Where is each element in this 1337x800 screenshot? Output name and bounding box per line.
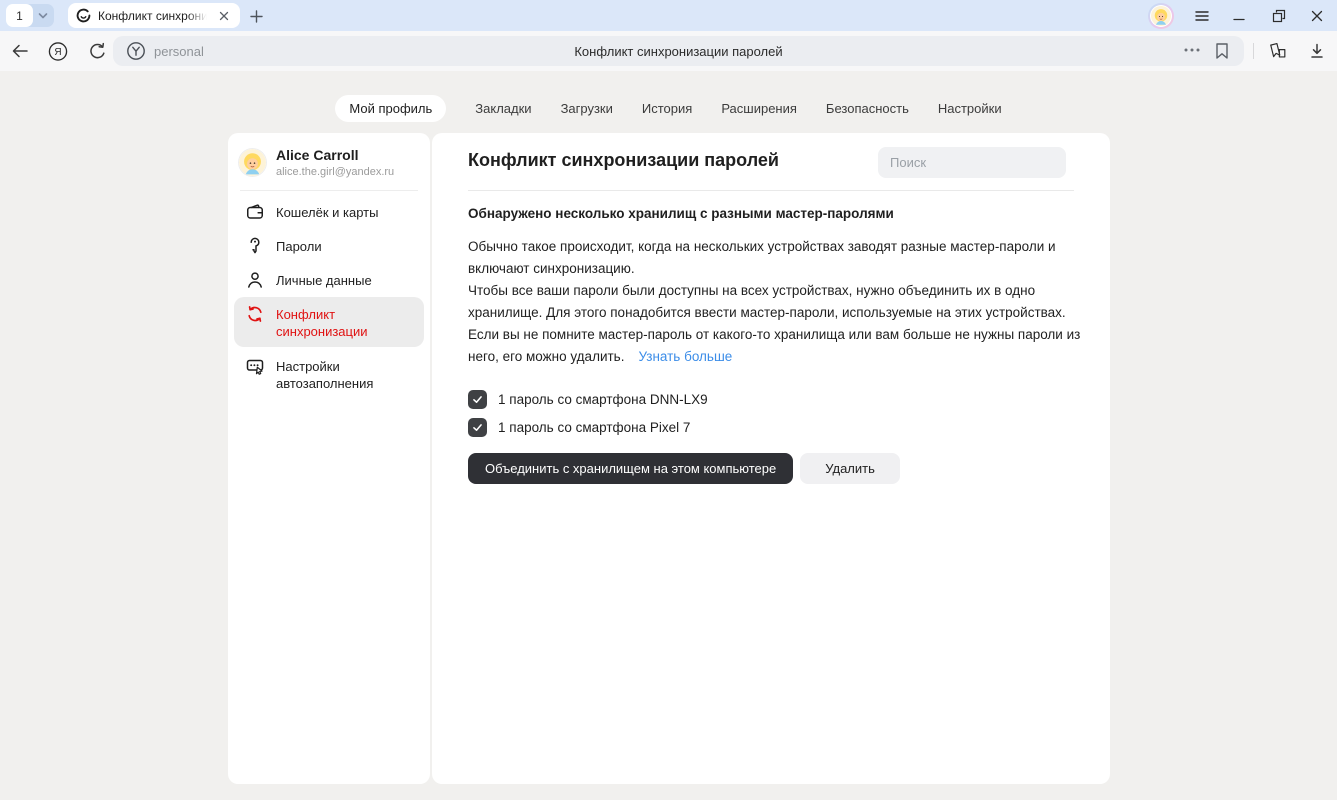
delete-button[interactable]: Удалить: [800, 453, 900, 484]
conflict-content: Обнаружено несколько хранилищ с разными …: [468, 206, 1082, 484]
new-tab-button[interactable]: [247, 7, 265, 25]
tab-counter[interactable]: 1: [6, 4, 54, 27]
tab-extensions[interactable]: Расширения: [721, 101, 797, 116]
checkbox-checked-icon[interactable]: [468, 418, 487, 437]
reload-icon[interactable]: [87, 41, 107, 61]
profile-email: alice.the.girl@yandex.ru: [276, 166, 394, 178]
sidebar-item-sync-conflict[interactable]: Конфликт синхронизации: [234, 297, 424, 347]
profile-info: Alice Carroll alice.the.girl@yandex.ru: [276, 147, 394, 178]
sidebar-item-label: Пароли: [276, 236, 322, 255]
browser-menu-icon[interactable]: [1187, 0, 1217, 31]
address-bar-page-title: Конфликт синхронизации паролей: [113, 44, 1244, 59]
tab-security[interactable]: Безопасность: [826, 101, 909, 116]
avatar: [239, 149, 266, 176]
address-bar[interactable]: personal Конфликт синхронизации паролей: [113, 36, 1244, 66]
conflict-paragraph-1: Обычно такое происходит, когда на нескол…: [468, 236, 1082, 280]
autofill-icon: [245, 356, 265, 376]
page-title: Конфликт синхронизации паролей: [468, 150, 779, 171]
sidebar-menu: Кошелёк и карты Пароли Личные данные: [228, 191, 430, 403]
more-actions-icon[interactable]: [1184, 48, 1200, 52]
storage-checkbox-row-1[interactable]: 1 пароль со смартфона DNN-LX9: [468, 390, 1082, 409]
merge-button[interactable]: Объединить с хранилищем на этом компьюте…: [468, 453, 793, 484]
profile-name: Alice Carroll: [276, 147, 394, 164]
storage-checklist: 1 пароль со смартфона DNN-LX9 1 пароль с…: [468, 390, 1082, 437]
tab-my-profile[interactable]: Мой профиль: [335, 95, 446, 122]
yandex-home-icon[interactable]: Я: [48, 41, 68, 61]
collections-icon[interactable]: [1268, 41, 1288, 61]
back-icon[interactable]: [10, 41, 30, 61]
tab-favicon-smiley-icon: [76, 8, 91, 23]
browser-toolbar: Я personal Конфликт синхронизации пароле…: [0, 31, 1337, 71]
key-icon: [245, 236, 265, 256]
wallet-icon: [245, 202, 265, 222]
browser-profile-avatar[interactable]: [1148, 3, 1174, 29]
search-input[interactable]: [878, 147, 1066, 178]
person-icon: [245, 270, 265, 290]
main-panel: Конфликт синхронизации паролей Обнаружен…: [432, 133, 1110, 784]
tab-history[interactable]: История: [642, 101, 692, 116]
checkbox-checked-icon[interactable]: [468, 390, 487, 409]
sidebar-item-label: Кошелёк и карты: [276, 202, 378, 221]
toolbar-separator: [1253, 43, 1254, 59]
conflict-heading: Обнаружено несколько хранилищ с разными …: [468, 206, 1082, 221]
conflict-paragraph-2-text: Чтобы все ваши пароли были доступны на в…: [468, 283, 1080, 364]
tab-strip: 1 Конфликт синхрониза: [0, 0, 1337, 31]
sidebar-item-wallet[interactable]: Кошелёк и карты: [234, 195, 424, 229]
bookmark-icon[interactable]: [1214, 42, 1230, 60]
sidebar-item-label: Личные данные: [276, 270, 372, 289]
content-divider: [468, 190, 1074, 191]
tab-downloads[interactable]: Загрузки: [561, 101, 613, 116]
sidebar-item-label: Конфликт синхронизации: [276, 304, 413, 340]
storage-checkbox-row-2[interactable]: 1 пароль со смартфона Pixel 7: [468, 418, 1082, 437]
tab-bookmarks[interactable]: Закладки: [475, 101, 531, 116]
tab-close-icon[interactable]: [216, 8, 232, 24]
window-restore-icon[interactable]: [1264, 0, 1294, 31]
sidebar-item-passwords[interactable]: Пароли: [234, 229, 424, 263]
actions: Объединить с хранилищем на этом компьюте…: [468, 453, 1082, 484]
tab-title: Конфликт синхрониза: [98, 9, 209, 23]
profile-sidebar: Alice Carroll alice.the.girl@yandex.ru К…: [228, 133, 430, 784]
settings-nav: Мой профиль Закладки Загрузки История Ра…: [0, 94, 1337, 122]
downloads-icon[interactable]: [1307, 41, 1327, 61]
window-minimize-icon[interactable]: [1224, 0, 1254, 31]
sidebar-item-personal-data[interactable]: Личные данные: [234, 263, 424, 297]
sidebar-item-label: Настройки автозаполнения: [276, 356, 413, 392]
svg-text:Я: Я: [54, 47, 61, 58]
tab-count-badge[interactable]: 1: [6, 4, 33, 27]
profile-header: Alice Carroll alice.the.girl@yandex.ru: [228, 133, 430, 190]
browser-tab-active[interactable]: Конфликт синхрониза: [68, 3, 240, 28]
checkbox-label: 1 пароль со смартфона Pixel 7: [498, 420, 690, 435]
sidebar-item-autofill-settings[interactable]: Настройки автозаполнения: [234, 349, 424, 399]
tab-settings[interactable]: Настройки: [938, 101, 1002, 116]
learn-more-link[interactable]: Узнать больше: [638, 349, 732, 364]
window-close-icon[interactable]: [1302, 0, 1332, 31]
checkbox-label: 1 пароль со смартфона DNN-LX9: [498, 392, 708, 407]
conflict-paragraph-2: Чтобы все ваши пароли были доступны на в…: [468, 280, 1082, 368]
sync-icon: [245, 304, 265, 324]
